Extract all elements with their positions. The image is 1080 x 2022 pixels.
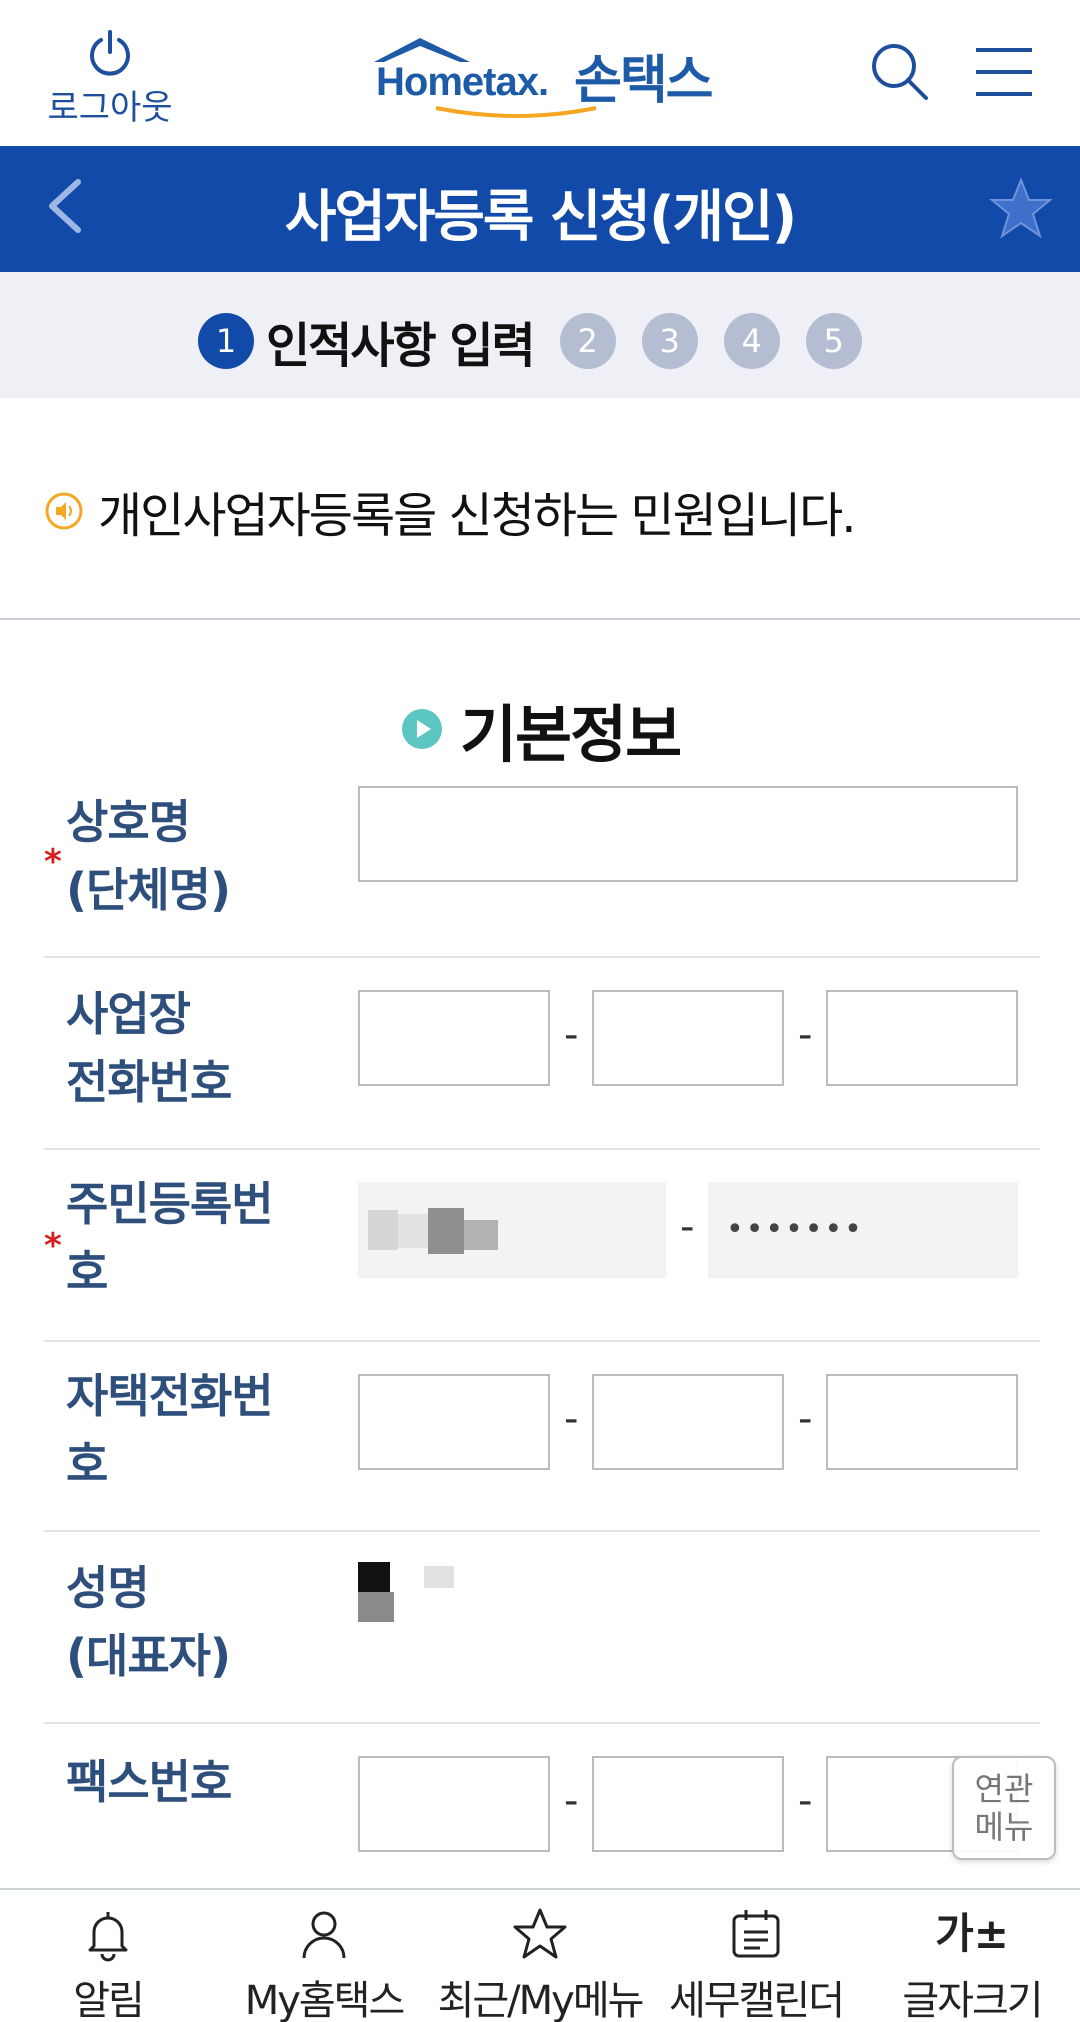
nav-item-recent-menu[interactable]: 최근/My메뉴 bbox=[432, 1890, 648, 2022]
top-header: 로그아웃 Hometax. 손택스 bbox=[0, 0, 1080, 146]
dash: - bbox=[564, 1012, 579, 1058]
nav-label: 글자크기 bbox=[902, 1978, 1043, 2022]
star-icon bbox=[989, 177, 1053, 239]
bell-icon bbox=[88, 1912, 128, 1962]
nav-label: 세무캘린더 bbox=[669, 1978, 845, 2022]
search-icon bbox=[872, 44, 928, 100]
required-mark: * bbox=[44, 842, 62, 882]
dash: - bbox=[564, 1396, 579, 1442]
nav-item-my-hometax[interactable]: My홈택스 bbox=[216, 1890, 432, 2022]
section-title: 기본정보 bbox=[460, 698, 682, 771]
step-5: 5 bbox=[805, 313, 862, 369]
step-1-label: 인적사항 입력 bbox=[266, 318, 536, 374]
redacted-block bbox=[358, 1562, 454, 1622]
logout-button[interactable]: 로그아웃 bbox=[40, 28, 180, 129]
bottom-nav: 알림 My홈택스 최근/My메뉴 세무캘린더 가± 글자크기 bbox=[0, 1888, 1080, 2022]
home-phone-part2-input[interactable] bbox=[592, 1374, 784, 1470]
fax-part1-input[interactable] bbox=[358, 1756, 550, 1852]
dash: - bbox=[798, 1396, 813, 1442]
calendar-icon bbox=[732, 1910, 780, 1958]
fax-part2-input[interactable] bbox=[592, 1756, 784, 1852]
star-icon bbox=[513, 1908, 567, 1959]
resident-number-front-field bbox=[358, 1182, 666, 1278]
field-label: 자택전화번 호 bbox=[66, 1369, 274, 1491]
form-row-fax: 팩스번호 - - bbox=[44, 1724, 1040, 1888]
hamburger-icon bbox=[976, 48, 1032, 96]
step-4: 4 bbox=[723, 313, 780, 369]
notice: 개인사업자등록을 신청하는 민원입니다. bbox=[44, 476, 856, 546]
field-label: 팩스번호 bbox=[66, 1755, 232, 1809]
step-2: 2 bbox=[559, 313, 616, 369]
user-icon bbox=[302, 1911, 346, 1959]
form-row-resident-number: * 주민등록번 호 - ••••••• bbox=[44, 1150, 1040, 1342]
related-menu-button[interactable]: 연관 메뉴 bbox=[952, 1756, 1056, 1860]
hometax-logo[interactable]: Hometax. 손택스 bbox=[366, 30, 726, 120]
logout-label: 로그아웃 bbox=[47, 88, 173, 128]
dash: - bbox=[798, 1012, 813, 1058]
nav-item-tax-calendar[interactable]: 세무캘린더 bbox=[648, 1890, 864, 2022]
dash: - bbox=[564, 1778, 579, 1824]
business-phone-part1-input[interactable] bbox=[358, 990, 550, 1086]
brand-name: Hometax. bbox=[376, 60, 549, 104]
field-label: 성명 (대표자) bbox=[66, 1561, 231, 1683]
brand-subtitle: 손택스 bbox=[574, 51, 714, 111]
step-indicator: 1 인적사항 입력 2 3 4 5 bbox=[198, 306, 888, 376]
speaker-icon bbox=[45, 492, 83, 530]
nav-label: My홈택스 bbox=[244, 1978, 406, 2022]
field-label: 사업장 전화번호 bbox=[66, 987, 232, 1109]
home-phone-part1-input[interactable] bbox=[358, 1374, 550, 1470]
form-row-home-phone: 자택전화번 호 - - bbox=[44, 1342, 1040, 1532]
divider bbox=[0, 618, 1080, 620]
power-icon bbox=[90, 30, 130, 76]
business-phone-part2-input[interactable] bbox=[592, 990, 784, 1086]
nav-item-font-size[interactable]: 가± 글자크기 bbox=[864, 1890, 1080, 2022]
nav-item-notifications[interactable]: 알림 bbox=[0, 1890, 216, 2022]
page-title: 사업자등록 신청(개인) bbox=[284, 185, 797, 250]
form-row-representative-name: 성명 (대표자) bbox=[44, 1532, 1040, 1724]
font-size-icon: 가± bbox=[935, 1909, 1009, 1958]
notice-text: 개인사업자등록을 신청하는 민원입니다. bbox=[98, 488, 856, 544]
play-circle-icon bbox=[402, 709, 442, 749]
form-row-business-name: * 상호명 (단체명) bbox=[44, 776, 1040, 958]
field-label: 상호명 (단체명) bbox=[66, 795, 231, 917]
step-3: 3 bbox=[641, 313, 698, 369]
title-bar: 사업자등록 신청(개인) bbox=[0, 146, 1080, 272]
required-mark: * bbox=[44, 1226, 62, 1266]
favorite-button[interactable] bbox=[988, 176, 1054, 246]
section-heading: 기본정보 bbox=[400, 684, 682, 774]
menu-button[interactable] bbox=[974, 46, 1034, 102]
field-label: 주민등록번 호 bbox=[66, 1177, 274, 1299]
nav-label: 최근/My메뉴 bbox=[437, 1978, 645, 2022]
steps-bar: 1 인적사항 입력 2 3 4 5 bbox=[0, 272, 1080, 398]
nav-label: 알림 bbox=[73, 1978, 145, 2022]
masked-digits: ••••••• bbox=[726, 1212, 864, 1247]
dash: - bbox=[680, 1204, 695, 1250]
form-row-business-phone: 사업장 전화번호 - - bbox=[44, 958, 1040, 1150]
step-1: 1 bbox=[198, 313, 254, 369]
business-phone-part3-input[interactable] bbox=[826, 990, 1018, 1086]
redacted-block bbox=[368, 1208, 498, 1254]
dash: - bbox=[798, 1778, 813, 1824]
business-name-input[interactable] bbox=[358, 786, 1018, 882]
search-button[interactable] bbox=[868, 40, 932, 108]
home-phone-part3-input[interactable] bbox=[826, 1374, 1018, 1470]
resident-number-back-field: ••••••• bbox=[708, 1182, 1018, 1278]
